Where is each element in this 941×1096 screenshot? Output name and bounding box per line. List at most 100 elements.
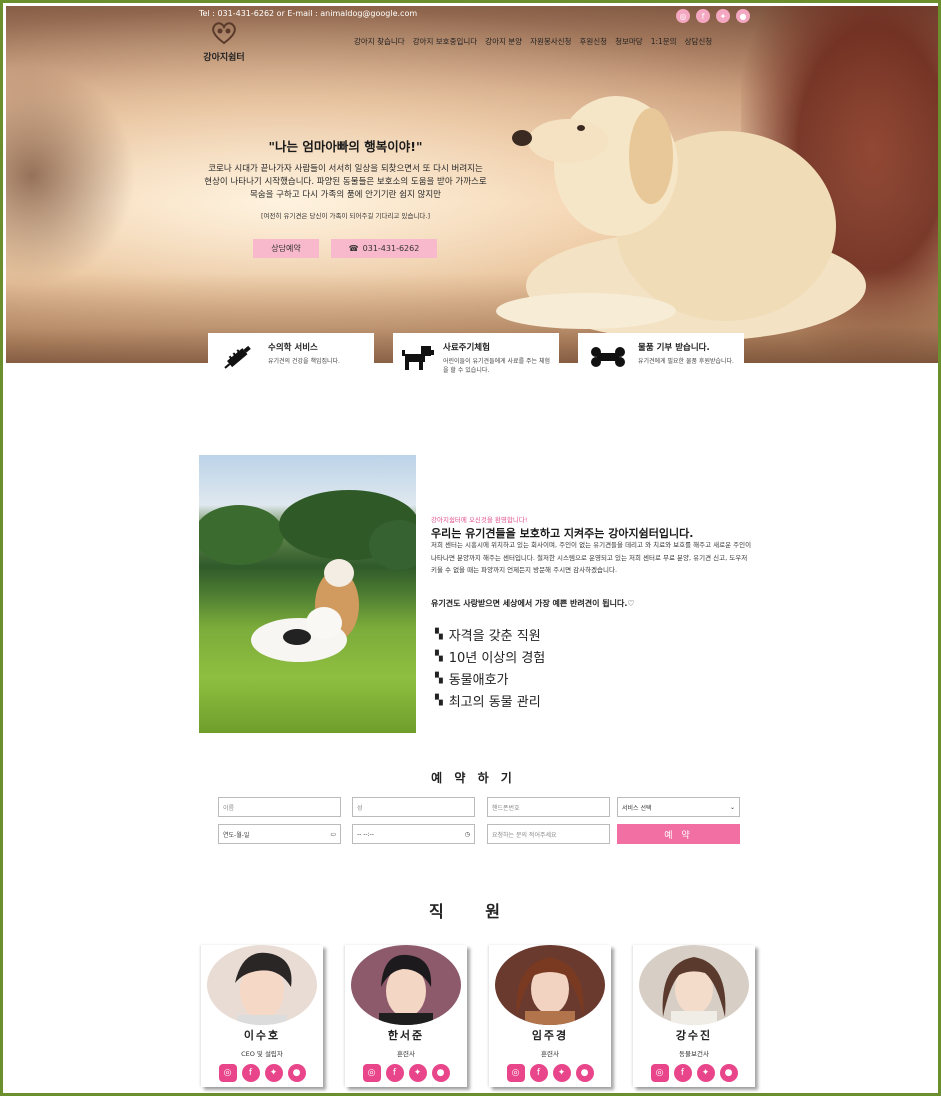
twitter-icon[interactable]: ✦ xyxy=(716,9,730,23)
twitter-icon[interactable]: ✦ xyxy=(264,1064,283,1082)
service-desc: 어린이들이 유기견들에게 사료를 주는 체험을 할 수 있습니다. xyxy=(443,358,550,374)
facebook-icon[interactable]: f xyxy=(673,1064,692,1082)
staff-social-links: ◎ f ✦ ● xyxy=(633,1064,755,1082)
hero-dog-image xyxy=(496,96,866,341)
staff-name: 이수호 xyxy=(243,1029,281,1042)
nav-item-board[interactable]: 청보마당 xyxy=(615,36,643,47)
clock-icon: ◷ xyxy=(464,830,470,838)
request-placeholder: 요청하는 문의 적어주세요 xyxy=(492,831,557,839)
time-field[interactable]: -- --:-- ◷ xyxy=(352,824,475,844)
list-item: ▚ 동물애호가 xyxy=(435,667,545,689)
reservation-title: 예 약 하 기 xyxy=(431,771,516,785)
instagram-icon[interactable]: ◎ xyxy=(676,9,690,23)
instagram-icon[interactable]: ◎ xyxy=(650,1064,669,1082)
syringe-icon xyxy=(216,341,260,373)
avatar xyxy=(495,945,605,1025)
contact-info: Tel : 031-431-6262 or E-mail : animaldog… xyxy=(199,9,418,18)
request-field[interactable]: 요청하는 문의 적어주세요 xyxy=(487,824,610,844)
service-card-feeding[interactable]: 사료주기체험 어린이들이 유기견들에게 사료를 주는 체험을 할 수 있습니다. xyxy=(393,333,559,379)
chat-icon[interactable]: ● xyxy=(736,9,750,23)
instagram-icon[interactable]: ◎ xyxy=(362,1064,381,1082)
hero-note: [여전히 유기견은 당신이 가족이 되어주길 기다리고 있습니다.] xyxy=(260,212,431,220)
nav-item-consult[interactable]: 상담신청 xyxy=(685,36,713,47)
list-item: ▚ 10년 이상의 경험 xyxy=(435,645,545,667)
list-item: ▚ 자격을 갖춘 직원 xyxy=(435,623,545,645)
main-nav: 강아지 찾습니다 강아지 보호중입니다 강아지 분양 자원봉사신청 후원신청 청… xyxy=(354,36,712,47)
phone-number: 031-431-6262 xyxy=(362,244,420,253)
service-card-donation[interactable]: 물품 기부 받습니다. 유기견에게 필요한 물품 후원받습니다. xyxy=(578,333,744,379)
nav-item-volunteer[interactable]: 자원봉사신청 xyxy=(530,36,571,47)
dog-icon: ▚ xyxy=(435,628,443,640)
phone-field[interactable]: 핸드폰번호 xyxy=(487,797,610,817)
email-placeholder: 성 xyxy=(357,804,363,812)
facebook-icon[interactable]: f xyxy=(241,1064,260,1082)
reserve-submit-button[interactable]: 예 약 xyxy=(617,824,740,844)
staff-role: CEO 및 설립자 xyxy=(241,1050,283,1058)
email-field[interactable]: 성 xyxy=(352,797,475,817)
instagram-icon[interactable]: ◎ xyxy=(218,1064,237,1082)
twitter-icon[interactable]: ✦ xyxy=(408,1064,427,1082)
logo-text: 강아지쉼터 xyxy=(203,53,245,63)
bone-icon xyxy=(586,341,630,373)
feature-list: ▚ 자격을 갖춘 직원 ▚ 10년 이상의 경험 ▚ 동물애호가 ▚ 최고의 동물 관리 xyxy=(435,623,545,711)
site-logo[interactable]: 강아지쉼터 xyxy=(199,21,249,63)
hero-text-block: "나는 엄마아빠의 행복이야!" 코로나 시대가 끝나가자 사람들이 서서히 일… xyxy=(203,136,488,220)
staff-role: 동물보건사 xyxy=(679,1050,709,1058)
service-desc: 유기견에게 필요한 물품 후원받습니다. xyxy=(638,358,734,365)
service-select[interactable]: 서비스 선택 ⌄ xyxy=(617,797,740,817)
calendar-icon: ▭ xyxy=(330,830,336,838)
dog-icon xyxy=(401,341,435,373)
nav-item-adoption[interactable]: 강아지 분양 xyxy=(485,36,522,47)
facebook-icon[interactable]: f xyxy=(529,1064,548,1082)
service-desc: 유기견의 건강을 책임집니다. xyxy=(268,358,340,365)
about-description: 저희 센터는 시흥시에 위치하고 있는 회사이며, 주인이 없는 유기견들을 데… xyxy=(431,541,752,574)
phone-icon: ☎ xyxy=(348,244,359,253)
nav-item-sponsor[interactable]: 후원신청 xyxy=(579,36,607,47)
list-item: ▚ 최고의 동물 관리 xyxy=(435,689,545,711)
staff-title: 직 원 xyxy=(428,902,518,921)
nav-item-find-dog[interactable]: 강아지 찾습니다 xyxy=(354,36,405,47)
avatar xyxy=(207,945,317,1025)
service-title: 수의학 서비스 xyxy=(268,343,318,353)
phone-button[interactable]: ☎ 031-431-6262 xyxy=(331,239,437,258)
chat-icon[interactable]: ● xyxy=(575,1064,594,1082)
staff-card: 강수진 동물보건사 ◎ f ✦ ● xyxy=(633,945,755,1087)
facebook-icon[interactable]: f xyxy=(696,9,710,23)
staff-social-links: ◎ f ✦ ● xyxy=(201,1064,323,1082)
time-placeholder: -- --:-- xyxy=(357,830,374,838)
chat-icon[interactable]: ● xyxy=(287,1064,306,1082)
staff-card: 임주경 훈련사 ◎ f ✦ ● xyxy=(489,945,611,1087)
feature-label: 자격을 갖춘 직원 xyxy=(448,628,541,644)
feature-label: 10년 이상의 경험 xyxy=(448,650,546,666)
logo-heart-icon xyxy=(212,22,236,45)
service-title: 물품 기부 받습니다. xyxy=(638,343,710,353)
about-love-text: 유기견도 사랑받으면 세상에서 가장 예쁜 반려견이 됩니다.♡ xyxy=(431,599,635,608)
feature-label: 동물애호가 xyxy=(448,672,509,688)
date-field[interactable]: 연도-월-일 ▭ xyxy=(218,824,341,844)
chevron-down-icon: ⌄ xyxy=(729,803,735,811)
staff-social-links: ◎ f ✦ ● xyxy=(345,1064,467,1082)
chat-icon[interactable]: ● xyxy=(431,1064,450,1082)
name-field[interactable]: 이름 xyxy=(218,797,341,817)
top-social-links: ◎ f ✦ ● xyxy=(676,9,750,23)
nav-item-protecting[interactable]: 강아지 보호중입니다 xyxy=(413,36,477,47)
staff-role: 훈련사 xyxy=(397,1050,415,1058)
staff-name: 임주경 xyxy=(531,1029,569,1042)
service-title: 사료주기체험 xyxy=(443,343,490,353)
staff-card: 이수호 CEO 및 설립자 ◎ f ✦ ● xyxy=(201,945,323,1087)
avatar xyxy=(639,945,749,1025)
name-placeholder: 이름 xyxy=(223,804,235,812)
nav-item-inquiry[interactable]: 1:1문의 xyxy=(651,36,677,47)
instagram-icon[interactable]: ◎ xyxy=(506,1064,525,1082)
twitter-icon[interactable]: ✦ xyxy=(552,1064,571,1082)
consult-reserve-button[interactable]: 상담예약 xyxy=(253,239,319,258)
service-card-veterinary[interactable]: 수의학 서비스 유기견의 건강을 책임집니다. xyxy=(208,333,374,379)
chat-icon[interactable]: ● xyxy=(719,1064,738,1082)
hero-bush-left-decoration xyxy=(6,66,136,286)
twitter-icon[interactable]: ✦ xyxy=(696,1064,715,1082)
phone-placeholder: 핸드폰번호 xyxy=(492,804,520,812)
dog-icon: ▚ xyxy=(435,672,443,684)
hero-description: 코로나 시대가 끝나가자 사람들이 서서히 일상을 되찾으면서 또 다시 버려지… xyxy=(204,164,487,200)
dog-icon: ▚ xyxy=(435,650,443,662)
facebook-icon[interactable]: f xyxy=(385,1064,404,1082)
